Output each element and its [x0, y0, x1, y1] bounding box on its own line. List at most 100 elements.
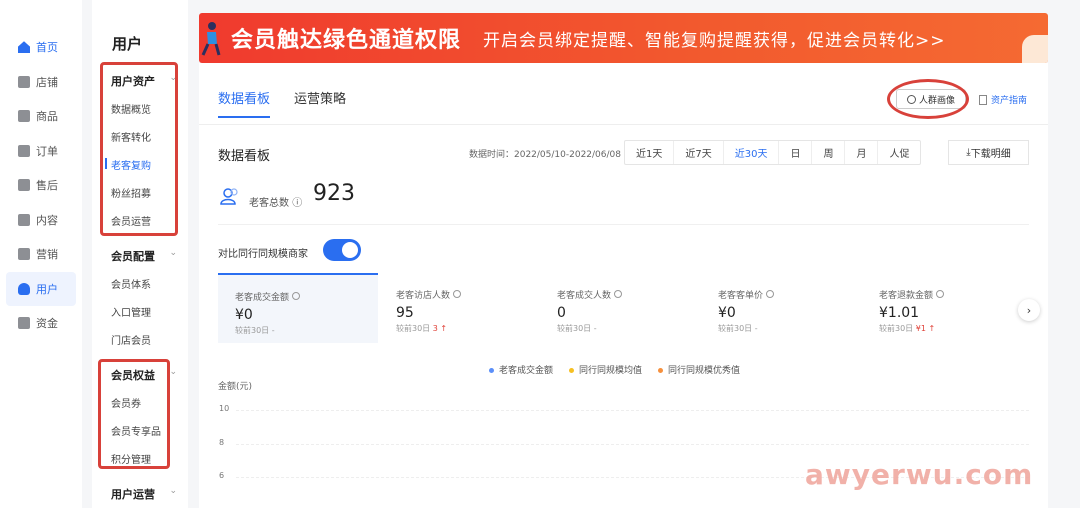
section-user-ops[interactable]: 用户运营 ⌄: [111, 486, 177, 502]
metric-value: ¥1.01: [879, 305, 920, 321]
nav-item-funds[interactable]: 资金: [0, 306, 82, 341]
legend-item[interactable]: 同行同规模均值: [569, 363, 642, 376]
runner-illustration-icon: [201, 22, 221, 56]
nav-item-marketing[interactable]: 营销: [0, 237, 82, 272]
nav-item-aftersale[interactable]: 售后: [0, 168, 82, 203]
metric-compare: 较前30日 -: [557, 323, 700, 334]
info-icon: ⓘ: [292, 198, 303, 209]
section-title: 会员配置: [111, 250, 155, 263]
metric-compare: 较前30日 3 ↑: [396, 323, 539, 334]
metric-card[interactable]: 老客退款金额 ¥1.01 较前30日 ¥1 ↑: [862, 273, 1022, 343]
users-icon: [220, 188, 238, 205]
help-icon: [292, 292, 301, 300]
metric-card[interactable]: 老客客单价 ¥0 较前30日 -: [701, 273, 861, 343]
y-tick: 10: [219, 404, 230, 413]
nav-item-order[interactable]: 订单: [0, 134, 82, 169]
compare-delta: -: [754, 324, 758, 333]
help-icon: [936, 290, 945, 298]
help-icon: [766, 290, 775, 298]
nav-item-goods[interactable]: 商品: [0, 99, 82, 134]
nav-item-shop[interactable]: 店铺: [0, 65, 82, 100]
range-day[interactable]: 日: [779, 141, 813, 164]
highlight-box: [100, 62, 178, 236]
subnav-item[interactable]: 门店会员: [111, 332, 151, 347]
range-7d[interactable]: 近7天: [674, 141, 724, 164]
metric-value: 0: [557, 305, 566, 321]
range-30d[interactable]: 近30天: [724, 141, 780, 164]
home-icon: [18, 41, 30, 54]
legend-dot: [489, 368, 494, 373]
label-text: 老客总数: [249, 198, 289, 209]
next-arrow-icon[interactable]: ›: [1018, 299, 1040, 321]
marketing-icon: [18, 248, 30, 261]
metric-card[interactable]: 老客访店人数 95 较前30日 3 ↑: [379, 273, 539, 343]
download-button[interactable]: ⤓ 下载明细: [948, 140, 1029, 165]
metric-compare: 较前30日 -: [718, 323, 861, 334]
metric-value: 95: [396, 305, 414, 321]
nav-item-content[interactable]: 内容: [0, 203, 82, 238]
funds-icon: [18, 317, 30, 330]
section-member-config[interactable]: 会员配置 ⌄: [111, 248, 177, 264]
legend-label: 老客成交金额: [499, 366, 554, 376]
metric-compare: 较前30日 -: [235, 325, 378, 336]
asset-guide-link[interactable]: 资产指南: [979, 93, 1027, 106]
subnav-item[interactable]: 会员体系: [111, 276, 151, 291]
compare-label: 对比同行同规模商家: [218, 249, 308, 260]
compare-toggle[interactable]: [323, 239, 361, 261]
nav-label: 店铺: [36, 75, 58, 89]
metric-compare: 较前30日 ¥1 ↑: [879, 323, 1022, 334]
legend-dot: [658, 368, 664, 373]
metric-card[interactable]: 老客成交人数 0 较前30日 -: [540, 273, 700, 343]
main-panel: 数据看板 运营策略 人群画像 资产指南 数据看板 数据时间：2022/05/10…: [199, 63, 1048, 508]
range-week[interactable]: 周: [812, 141, 846, 164]
date-range: 数据时间：2022/05/10-2022/06/08: [469, 150, 621, 160]
promo-banner[interactable]: 会员触达绿色通道权限 开启会员绑定提醒、智能复购提醒获得，促进会员转化>>: [199, 13, 1048, 63]
tab-bar: 数据看板 运营策略: [218, 88, 346, 118]
range-1d[interactable]: 近1天: [625, 141, 675, 164]
range-month[interactable]: 月: [845, 141, 879, 164]
y-tick: 8: [219, 438, 225, 447]
nav-label: 商品: [36, 110, 58, 124]
chevron-down-icon: ⌄: [169, 486, 177, 496]
range-selector: 近1天 近7天 近30天 日 周 月 人促: [624, 140, 922, 165]
content-icon: [18, 213, 30, 226]
button-label: 下载明细: [970, 149, 1011, 160]
compare-text: 较前30日: [235, 326, 270, 335]
gridline: [236, 410, 1029, 411]
chevron-down-icon: ⌄: [169, 367, 177, 377]
link-label: 资产指南: [991, 96, 1028, 106]
legend-item[interactable]: 同行同规模优秀值: [658, 363, 740, 376]
user-icon: [18, 282, 30, 295]
metric-name: 老客成交人数: [557, 288, 700, 301]
order-icon: [18, 144, 30, 157]
nav-item-user[interactable]: 用户: [6, 271, 76, 306]
divider: [199, 124, 1048, 125]
banner-title: 会员触达绿色通道权限: [231, 28, 462, 53]
legend-label: 同行同规模均值: [579, 366, 643, 376]
compare-delta: 3 ↑: [432, 324, 448, 333]
metric-card[interactable]: 老客成交金额 ¥0 较前30日 -: [218, 273, 378, 343]
banner-subtitle: 开启会员绑定提醒、智能复购提醒获得，促进会员转化>>: [483, 30, 946, 51]
chevron-down-icon: ⌄: [169, 248, 177, 258]
metric-name-text: 老客访店人数: [396, 291, 451, 301]
nav-label: 资金: [36, 317, 58, 331]
legend-item[interactable]: 老客成交金额: [489, 363, 553, 376]
metric-name-text: 老客客单价: [718, 291, 764, 301]
secondary-nav: 用户 用户资产 ⌄ 数据概览 新客转化 老客复购 粉丝招募 会员运营 会员配置 ⌄ …: [92, 0, 188, 508]
nav-item-home[interactable]: 首页: [0, 30, 82, 65]
metric-value: ¥0: [235, 307, 253, 323]
highlight-box: [98, 359, 170, 469]
aftersale-icon: [18, 179, 30, 192]
metric-name-text: 老客成交人数: [557, 291, 612, 301]
metric-name: 老客访店人数: [396, 288, 539, 301]
subnav-item[interactable]: 入口管理: [111, 304, 151, 319]
document-icon: [979, 94, 987, 105]
legend-label: 同行同规模优秀值: [668, 366, 741, 376]
range-promo[interactable]: 人促: [878, 141, 920, 164]
compare-delta: -: [593, 324, 597, 333]
nav-label: 订单: [36, 144, 58, 158]
nav-label: 内容: [36, 213, 58, 227]
tab-strategy[interactable]: 运营策略: [294, 88, 346, 118]
board-title: 数据看板: [218, 149, 271, 164]
tab-dashboard[interactable]: 数据看板: [218, 88, 271, 118]
